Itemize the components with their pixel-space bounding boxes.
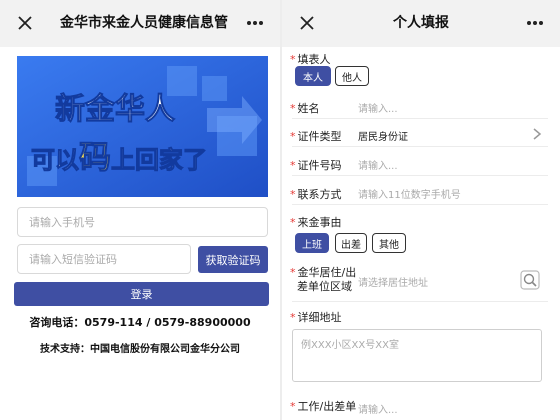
reason-label: * 来金事由 bbox=[290, 216, 342, 229]
row-divider bbox=[292, 175, 548, 176]
sms-code-input[interactable]: 请输入短信验证码 bbox=[17, 244, 191, 274]
get-code-button[interactable]: 获取验证码 bbox=[198, 246, 268, 273]
svg-text:可以码上回家了: 可以码上回家了 bbox=[31, 138, 207, 176]
contact-input[interactable]: 请输入11位数字手机号 bbox=[358, 186, 461, 201]
reporter-label: * 填表人 bbox=[290, 53, 331, 66]
phone-input[interactable]: 请输入手机号 bbox=[17, 207, 268, 237]
reporter-option-self[interactable]: 本人 bbox=[295, 66, 331, 86]
page-title: 金华市来金人员健康信息管 bbox=[60, 15, 228, 31]
area-label: * 金华居住/出 差单位区域 bbox=[290, 266, 357, 293]
more-icon[interactable] bbox=[244, 13, 266, 33]
right-titlebar: 个人填报 bbox=[282, 0, 560, 47]
reason-option-other[interactable]: 其他 bbox=[372, 233, 406, 253]
workplace-input[interactable]: 请输入... bbox=[358, 401, 398, 416]
id-number-label: * 证件号码 bbox=[290, 159, 342, 172]
reason-option-business-trip[interactable]: 出差 bbox=[335, 233, 367, 253]
banner-line2-b: 码 bbox=[79, 138, 111, 176]
id-type-select[interactable]: 居民身份证 bbox=[358, 128, 408, 143]
hotline-text: 咨询电话：0579-114 / 0579-88900000 bbox=[29, 316, 251, 329]
name-input[interactable]: 请输入... bbox=[358, 100, 398, 115]
close-icon[interactable] bbox=[14, 12, 36, 34]
left-titlebar: 金华市来金人员健康信息管 bbox=[0, 0, 280, 47]
login-button[interactable]: 登录 bbox=[14, 282, 269, 306]
reason-option-work[interactable]: 上班 bbox=[295, 233, 329, 253]
workplace-label: * 工作/出差单 bbox=[290, 400, 357, 413]
more-icon[interactable] bbox=[524, 13, 546, 33]
area-select[interactable]: 请选择居住地址 bbox=[358, 274, 428, 289]
row-divider bbox=[292, 118, 548, 119]
banner-line2-c: 上回家了 bbox=[111, 146, 207, 174]
name-label: * 姓名 bbox=[290, 102, 320, 115]
promo-banner: 新金华人 可以码上回家了 bbox=[17, 56, 268, 197]
banner-line2-a: 可以 bbox=[31, 146, 79, 174]
row-divider bbox=[292, 204, 548, 205]
page-title: 个人填报 bbox=[393, 15, 449, 31]
chevron-right-icon bbox=[533, 128, 542, 140]
location-search-icon[interactable] bbox=[520, 270, 540, 290]
banner-line1: 新金华人 bbox=[55, 92, 175, 127]
id-type-label: * 证件类型 bbox=[290, 130, 342, 143]
phone-placeholder: 请输入手机号 bbox=[29, 216, 95, 229]
row-divider bbox=[292, 301, 548, 302]
close-icon[interactable] bbox=[296, 12, 318, 34]
support-text: 技术支持：中国电信股份有限公司金华分公司 bbox=[40, 344, 240, 355]
id-number-input[interactable]: 请输入... bbox=[358, 157, 398, 172]
login-screen: 金华市来金人员健康信息管 新金华人 可以码上回家了 请输入手机号 请输入短信验证… bbox=[0, 0, 280, 420]
sms-placeholder: 请输入短信验证码 bbox=[29, 253, 117, 266]
address-label: * 详细地址 bbox=[290, 311, 342, 324]
reporter-option-other[interactable]: 他人 bbox=[335, 66, 369, 86]
address-textarea[interactable]: 例XXX小区XX号XX室 bbox=[292, 329, 542, 382]
row-divider bbox=[292, 146, 548, 147]
contact-label: * 联系方式 bbox=[290, 188, 342, 201]
